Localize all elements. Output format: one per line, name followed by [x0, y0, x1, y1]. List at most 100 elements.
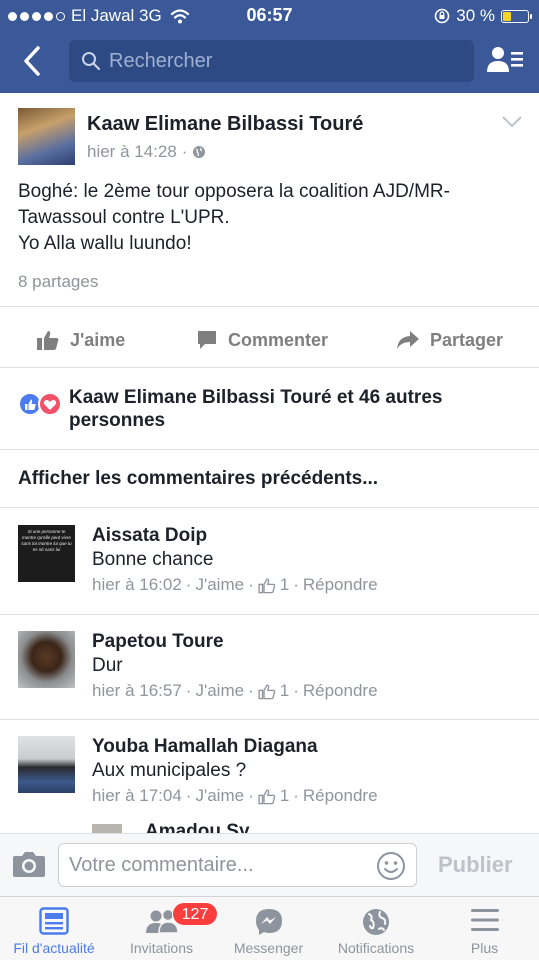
meta-separator: ·	[293, 681, 299, 700]
meta-separator: ·	[248, 786, 254, 805]
view-previous-comments[interactable]: Afficher les commentaires précédents...	[18, 468, 378, 490]
comment-label: Commenter	[228, 329, 329, 350]
like-button[interactable]: J'aime	[36, 320, 125, 360]
thumbs-up-icon	[258, 788, 276, 804]
publish-button[interactable]: Publier	[438, 852, 513, 878]
thumbs-up-icon	[258, 577, 276, 593]
share-button[interactable]: Partager	[396, 320, 503, 360]
comment-reply-link[interactable]: Répondre	[303, 681, 378, 701]
rotation-lock-icon	[434, 8, 450, 24]
meta-separator: ·	[181, 142, 188, 161]
commenter-avatar[interactable]	[18, 736, 75, 793]
comment-item: Youba Hamallah Diagana Aux municipales ?…	[0, 719, 539, 825]
meta-separator: ·	[185, 575, 192, 594]
status-bar: El Jawal 3G 06:57 30 %	[0, 0, 539, 32]
divider	[0, 367, 539, 368]
tab-messenger[interactable]: Messenger	[215, 897, 322, 960]
partial-comment: Amadou Sy	[0, 820, 539, 834]
comment-like-link[interactable]: J'aime	[195, 575, 244, 595]
post-meta: hier à 14:28 ·	[87, 142, 206, 162]
thumbs-up-icon	[258, 683, 276, 699]
meta-separator: ·	[293, 575, 299, 594]
meta-separator: ·	[248, 681, 254, 700]
comment-text: Dur	[92, 655, 123, 676]
comment-time: hier à 17:04	[92, 786, 182, 805]
meta-separator: ·	[248, 575, 254, 594]
camera-icon[interactable]	[12, 850, 46, 878]
meta-separator: ·	[185, 681, 192, 700]
news-feed-icon	[39, 907, 69, 935]
comment-item: Si une personne te montre qu'elle peut v…	[0, 508, 539, 614]
tab-notifications[interactable]: Notifications	[322, 897, 430, 960]
comment-like-count[interactable]: 1	[280, 786, 289, 806]
comment-composer: Publier	[0, 833, 539, 896]
comment-like-count[interactable]: 1	[280, 681, 289, 701]
share-arrow-icon	[397, 331, 419, 349]
comment-text: Aux municipales ?	[92, 760, 247, 781]
divider	[0, 449, 539, 450]
comment-icon	[198, 331, 216, 349]
post-text-line: Yo Alla wallu luundo!	[18, 233, 192, 254]
nav-row	[0, 38, 539, 84]
comment-text: Bonne chance	[92, 549, 214, 570]
search-input[interactable]	[109, 40, 459, 82]
comment-reply-link[interactable]: Répondre	[303, 786, 378, 806]
comment-input[interactable]	[69, 844, 369, 886]
search-bar[interactable]	[69, 40, 474, 82]
post-actions: J'aime Commenter Partager	[0, 320, 539, 360]
commenter-avatar[interactable]: Si une personne te montre qu'elle peut v…	[18, 525, 75, 582]
comment-time: hier à 16:57	[92, 681, 182, 700]
share-label: Partager	[430, 329, 504, 350]
globe-icon	[363, 909, 389, 935]
comment-like-link[interactable]: J'aime	[195, 786, 244, 806]
comment-time: hier à 16:02	[92, 575, 182, 594]
meta-separator: ·	[185, 786, 192, 805]
reactions-text: Kaaw Elimane Bilbassi Touré et 46 autres…	[69, 387, 443, 431]
comment-like-count[interactable]: 1	[280, 575, 289, 595]
menu-icon	[470, 909, 499, 931]
post-time[interactable]: hier à 14:28	[87, 142, 177, 162]
commenter-name[interactable]: Papetou Toure	[92, 631, 224, 653]
comment-like-link[interactable]: J'aime	[195, 681, 244, 701]
comment-button[interactable]: Commenter	[196, 320, 328, 360]
thumbs-up-icon	[37, 331, 59, 350]
comment-meta: hier à 16:57 · J'aime · 1 · Répondre	[92, 681, 378, 701]
top-bar: El Jawal 3G 06:57 30 %	[0, 0, 539, 93]
tab-label: Messenger	[233, 940, 304, 956]
avatar-quote-text: Si une personne te montre qu'elle peut v…	[21, 529, 72, 552]
tab-invitations[interactable]: 127 Invitations	[108, 897, 218, 960]
sticker-smiley-icon[interactable]	[376, 851, 406, 881]
tab-bar: Fil d'actualité 127 Invitations Messenge…	[0, 896, 539, 960]
reactions-icon	[18, 392, 62, 416]
battery-icon	[501, 9, 532, 23]
tab-label: Invitations	[129, 940, 194, 956]
post-text-line: Boghé: le 2ème tour opposera la coalitio…	[18, 181, 450, 202]
battery-percent: 30 %	[456, 6, 495, 25]
commenter-name[interactable]: Youba Hamallah Diagana	[92, 736, 318, 758]
comment-reply-link[interactable]: Répondre	[303, 575, 378, 595]
tab-news-feed[interactable]: Fil d'actualité	[0, 897, 108, 960]
comment-item: Papetou Toure Dur hier à 16:57 · J'aime …	[0, 614, 539, 720]
invitations-badge: 127	[172, 902, 218, 926]
search-icon	[82, 52, 101, 71]
chevron-down-icon[interactable]	[501, 115, 523, 129]
messenger-icon	[255, 909, 282, 935]
comment-box[interactable]	[58, 843, 417, 887]
post-text: Boghé: le 2ème tour opposera la coalitio…	[18, 179, 523, 257]
friend-list-icon[interactable]	[485, 44, 525, 78]
divider	[0, 306, 539, 307]
back-chevron-icon[interactable]	[18, 44, 48, 78]
author-name[interactable]: Kaaw Elimane Bilbassi Touré	[87, 113, 363, 136]
tab-label: Notifications	[337, 940, 415, 956]
commenter-avatar[interactable]	[18, 631, 75, 688]
comment-meta: hier à 17:04 · J'aime · 1 · Répondre	[92, 786, 378, 806]
meta-separator: ·	[293, 786, 299, 805]
shares-count[interactable]: 8 partages	[18, 272, 98, 292]
like-label: J'aime	[70, 329, 126, 350]
tab-more[interactable]: Plus	[430, 897, 539, 960]
tab-label: Fil d'actualité	[13, 940, 95, 956]
tab-label: Plus	[470, 940, 499, 956]
author-avatar[interactable]	[18, 108, 75, 165]
comment-meta: hier à 16:02 · J'aime · 1 · Répondre	[92, 575, 378, 595]
commenter-name[interactable]: Aissata Doip	[92, 525, 207, 547]
